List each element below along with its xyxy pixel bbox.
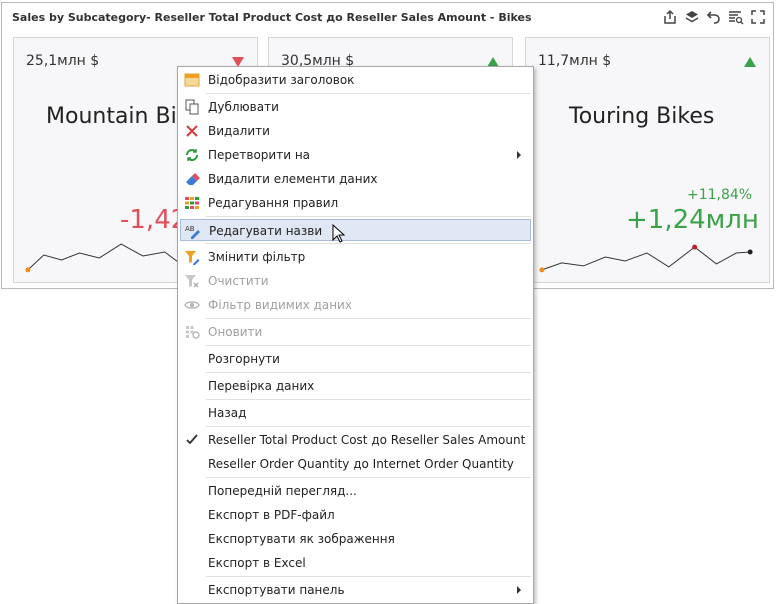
menu-item-convert-to[interactable]: Перетворити на [180,144,531,166]
menu-item-export-image[interactable]: Експортувати як зображення [180,528,531,550]
menu-item-edit-rules[interactable]: Редагування правил [180,192,531,214]
show-caption-icon [184,72,200,88]
menu-item-expand[interactable]: Розгорнути [180,348,531,370]
menu-item-data-inspector[interactable]: Перевірка даних [180,375,531,397]
check-icon [184,432,200,448]
card-title: Touring Bikes [569,104,715,129]
menu-item-back[interactable]: Назад [180,402,531,424]
menu-item-measure-product-cost[interactable]: Reseller Total Product Cost до Reseller … [180,429,531,451]
card-touring-bikes[interactable]: 11,7млн $ Touring Bikes +11,84% +1,24млн [525,37,770,283]
edit-names-icon: AB [185,223,201,239]
sparkline [539,244,753,273]
duplicate-icon [184,99,200,115]
menu-separator [206,216,531,217]
export-icon[interactable] [659,7,681,27]
filter-list-icon[interactable] [725,7,747,27]
item-caption: Sales by Subcategory- Reseller Total Pro… [12,11,532,24]
menu-item-edit-filter[interactable]: Змінити фільтр [180,246,531,268]
menu-item-show-caption[interactable]: Відобразити заголовок [180,69,531,91]
menu-separator [206,477,531,478]
visible-data-filter-icon [184,297,200,313]
undo-icon[interactable] [703,7,725,27]
menu-item-duplicate[interactable]: Дублювати [180,96,531,118]
menu-separator [206,399,531,400]
item-toolbar [659,7,769,27]
submenu-arrow-icon [517,151,521,159]
menu-separator [206,243,531,244]
trend-up-icon [744,57,756,67]
menu-separator [206,345,531,346]
menu-item-export-excel[interactable]: Експорт в Excel [180,552,531,574]
svg-text:AB: AB [185,225,195,233]
context-menu: Відобразити заголовок Дублювати Видалити… [177,66,534,604]
card-value: 11,7млн $ [538,53,612,69]
card-percent: +11,84% [687,187,753,203]
menu-separator [206,93,531,94]
menu-item-measure-order-quantity[interactable]: Reseller Order Quantity до Internet Orde… [180,453,531,475]
layers-icon[interactable] [681,7,703,27]
menu-item-edit-names[interactable]: AB Редагувати назви [180,219,531,241]
card-delta: +1,24млн [626,205,759,235]
edit-rules-icon [184,195,200,211]
menu-item-delete[interactable]: Видалити [180,120,531,142]
menu-item-remove-data-items[interactable]: Видалити елементи даних [180,168,531,190]
convert-icon [184,147,200,163]
refresh-icon [184,324,200,340]
maximize-icon[interactable] [747,7,769,27]
menu-item-export-pdf[interactable]: Експорт в PDF-файл [180,504,531,526]
menu-separator [206,576,531,577]
menu-item-refresh[interactable]: Оновити [180,321,531,343]
clear-filter-icon [184,273,200,289]
submenu-arrow-icon [517,586,521,594]
edit-filter-icon [184,249,200,265]
delete-icon [184,123,200,139]
mouse-cursor-icon [332,224,346,243]
remove-data-items-icon [184,171,200,187]
menu-item-clear[interactable]: Очистити [180,270,531,292]
card-value: 25,1млн $ [26,53,100,69]
menu-separator [206,426,531,427]
menu-separator [206,372,531,373]
menu-item-visible-data-filter[interactable]: Фільтр видимих даних [180,294,531,316]
menu-item-export-dashboard[interactable]: Експортувати панель [180,579,531,601]
menu-item-print-preview[interactable]: Попередній перегляд... [180,480,531,502]
menu-separator [206,318,531,319]
